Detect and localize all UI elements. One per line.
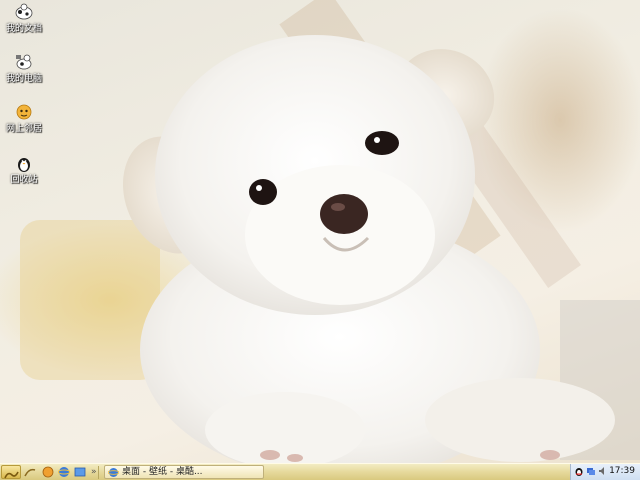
start-button[interactable] xyxy=(1,465,21,479)
quick-launch-expand-icon[interactable]: » xyxy=(91,465,97,479)
network-icon[interactable] xyxy=(586,466,596,476)
system-tray: 17:39 xyxy=(570,464,640,480)
show-desktop-icon[interactable] xyxy=(24,466,36,478)
desktop-icon-label: 网上邻居 xyxy=(5,124,42,134)
taskbar-window-button[interactable]: 桌面 - 壁纸 - 桌酷... xyxy=(104,465,264,479)
volume-icon[interactable] xyxy=(598,466,608,476)
ie-icon[interactable] xyxy=(58,466,70,478)
desktop-icon-label: 我的电脑 xyxy=(5,74,42,84)
my-documents-cow-icon xyxy=(15,3,33,20)
network-places-icon xyxy=(16,104,32,120)
taskbar-clock[interactable]: 17:39 xyxy=(609,464,635,479)
taskbar: » 桌面 - 壁纸 - 桌酷... 17:39 xyxy=(0,463,640,480)
ie-window-icon xyxy=(108,468,119,477)
media-icon[interactable] xyxy=(42,466,54,478)
desktop-icon-label: 我的文档 xyxy=(5,24,42,34)
desktop-icon-my-documents[interactable]: 我的文档 xyxy=(2,2,46,34)
qq-penguin-icon[interactable] xyxy=(574,466,584,476)
taskbar-window-title: 桌面 - 壁纸 - 桌酷... xyxy=(122,467,203,477)
recycle-bin-penguin-icon xyxy=(18,158,30,172)
desktop-icon-recycle-bin[interactable]: 回收站 xyxy=(2,153,46,185)
start-icon xyxy=(4,471,19,479)
explorer-icon[interactable] xyxy=(74,466,86,478)
desktop-icon-label: 回收站 xyxy=(10,175,38,185)
my-computer-cow-icon xyxy=(16,54,32,70)
puppy-image xyxy=(122,35,615,463)
desktop-wallpaper: 我的文档 我的电脑 网上邻居 回收站 xyxy=(0,0,640,463)
desktop-icon-my-computer[interactable]: 我的电脑 xyxy=(2,52,46,84)
desktop-icon-network-places[interactable]: 网上邻居 xyxy=(2,102,46,134)
taskbar-separator xyxy=(98,466,99,479)
